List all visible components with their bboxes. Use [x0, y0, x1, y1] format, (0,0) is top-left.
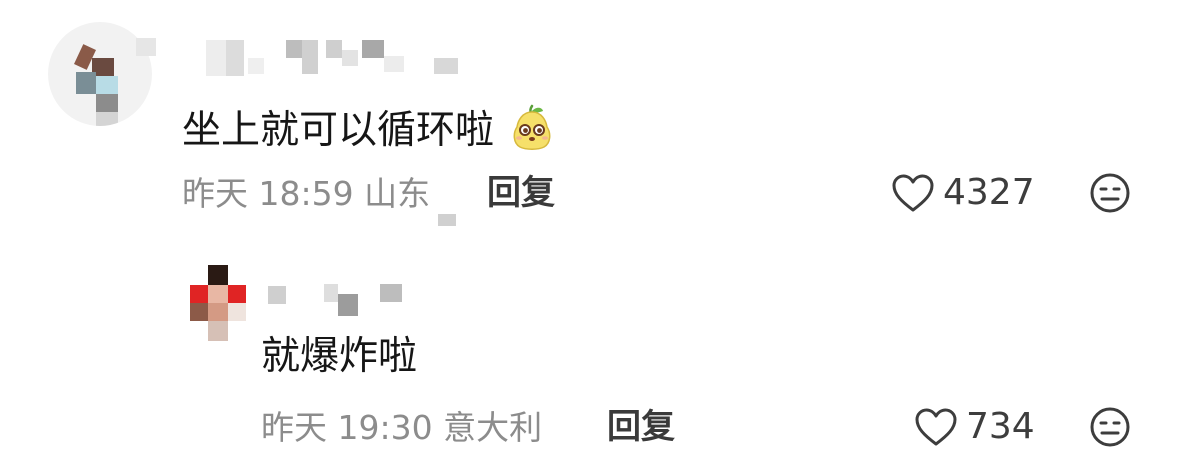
- like-count: 734: [966, 406, 1035, 447]
- comment-text: 坐上就可以循环啦: [182, 103, 556, 158]
- username-pixelated[interactable]: [130, 34, 460, 76]
- comment-time: 昨天 19:30: [261, 408, 433, 447]
- avatar[interactable]: [190, 265, 250, 343]
- comment-text: 就爆炸啦: [261, 334, 418, 379]
- comment-meta: 昨天 19:30 意大利: [261, 411, 542, 444]
- like-count: 4327: [943, 172, 1035, 213]
- mosaic-artifact: [438, 214, 456, 226]
- pear-face-emoji: [508, 103, 556, 158]
- dislike-button[interactable]: [1089, 172, 1131, 218]
- heart-outline-icon: [914, 406, 958, 448]
- dislike-button[interactable]: [1089, 406, 1131, 452]
- like-button[interactable]: 734: [914, 406, 1035, 448]
- comment-location: 山东: [364, 174, 431, 213]
- comment-meta: 昨天 18:59 山东: [182, 177, 430, 210]
- username-pixelated[interactable]: [262, 282, 412, 322]
- meh-face-icon: [1089, 173, 1131, 218]
- like-button[interactable]: 4327: [891, 172, 1035, 214]
- comment-time: 昨天 18:59: [182, 174, 354, 213]
- heart-outline-icon: [891, 172, 935, 214]
- reply-button[interactable]: 回复: [607, 410, 675, 444]
- meh-face-icon: [1089, 407, 1131, 452]
- reply-button[interactable]: 回复: [487, 176, 555, 210]
- comment-location: 意大利: [443, 408, 543, 447]
